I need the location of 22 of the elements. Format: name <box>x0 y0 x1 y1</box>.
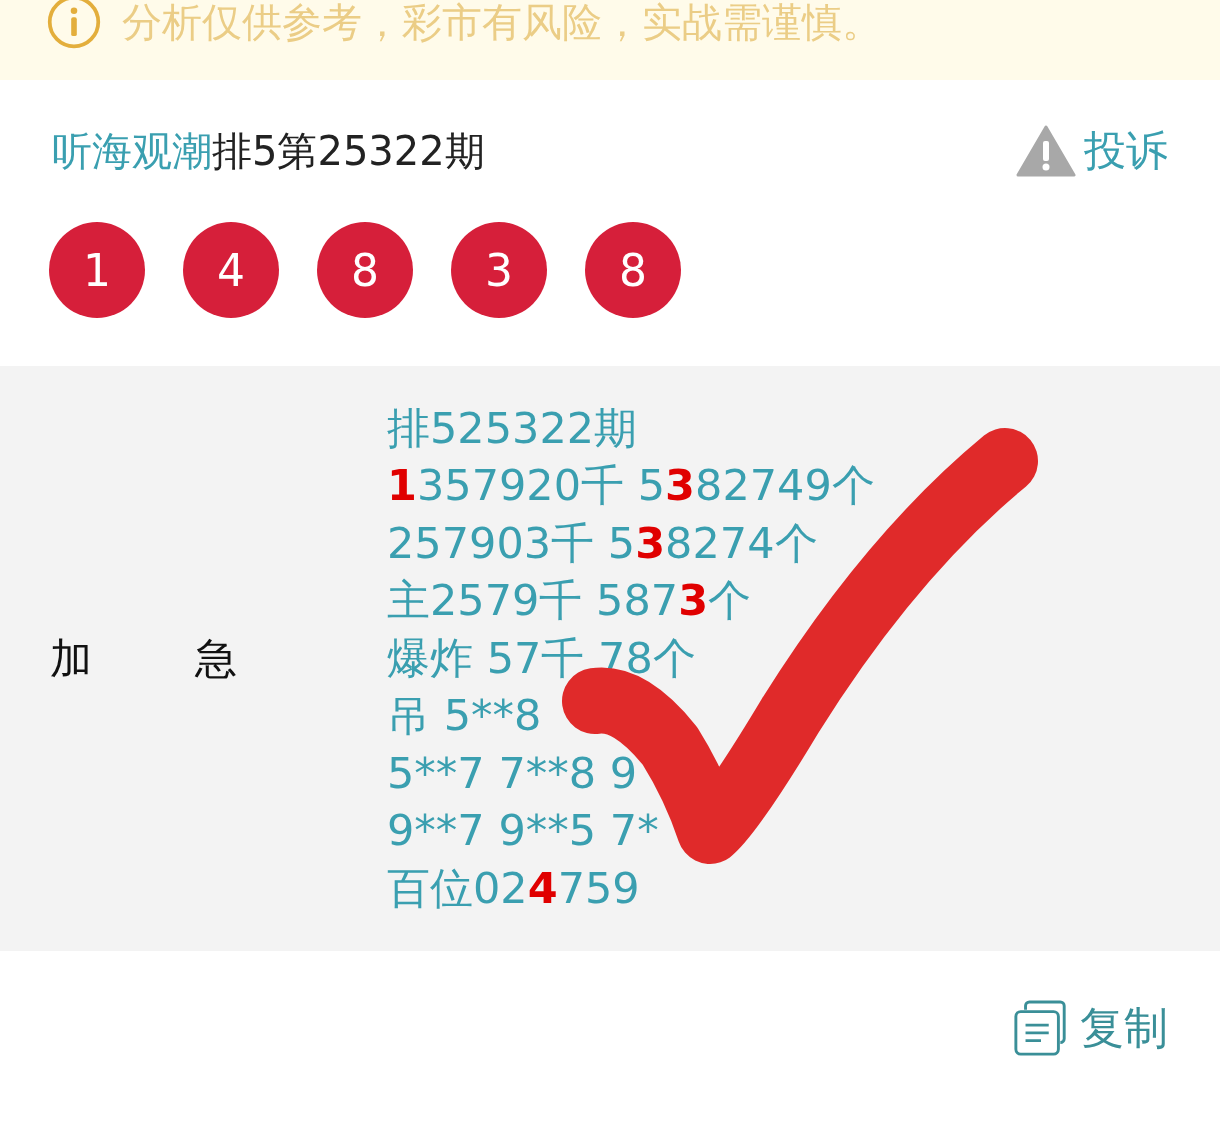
number-ball: 4 <box>183 222 279 318</box>
issue-title: 排5第25322期 <box>212 127 485 174</box>
post-line: 9**7 9**5 7* <box>387 804 659 858</box>
post-line: 吊 5**8 <box>387 689 542 743</box>
post-line: 百位024759 <box>387 861 640 915</box>
report-button[interactable]: 投诉 <box>1016 123 1168 179</box>
author-link[interactable]: 听海观潮 <box>52 127 212 174</box>
post-line: 主2579千 5873个 <box>387 574 752 628</box>
info-icon <box>46 0 102 50</box>
number-ball: 3 <box>451 222 547 318</box>
post-line: 5**7 7**8 9 <box>387 746 638 800</box>
copy-button[interactable]: 复制 <box>1012 999 1168 1058</box>
post-label: 加急 <box>49 632 341 685</box>
warning-icon <box>1016 125 1076 177</box>
post-line: 排525322期 <box>387 401 638 455</box>
notice-text: 分析仅供参考，彩市有风险，实战需谨慎。 <box>122 0 882 47</box>
post-line: 1357920千 5382749个 <box>387 459 875 513</box>
post-line: 257903千 538274个 <box>387 516 818 570</box>
number-ball: 1 <box>49 222 145 318</box>
post-line: 爆炸 57千 78个 <box>387 631 696 685</box>
number-ball: 8 <box>585 222 681 318</box>
number-ball: 8 <box>317 222 413 318</box>
